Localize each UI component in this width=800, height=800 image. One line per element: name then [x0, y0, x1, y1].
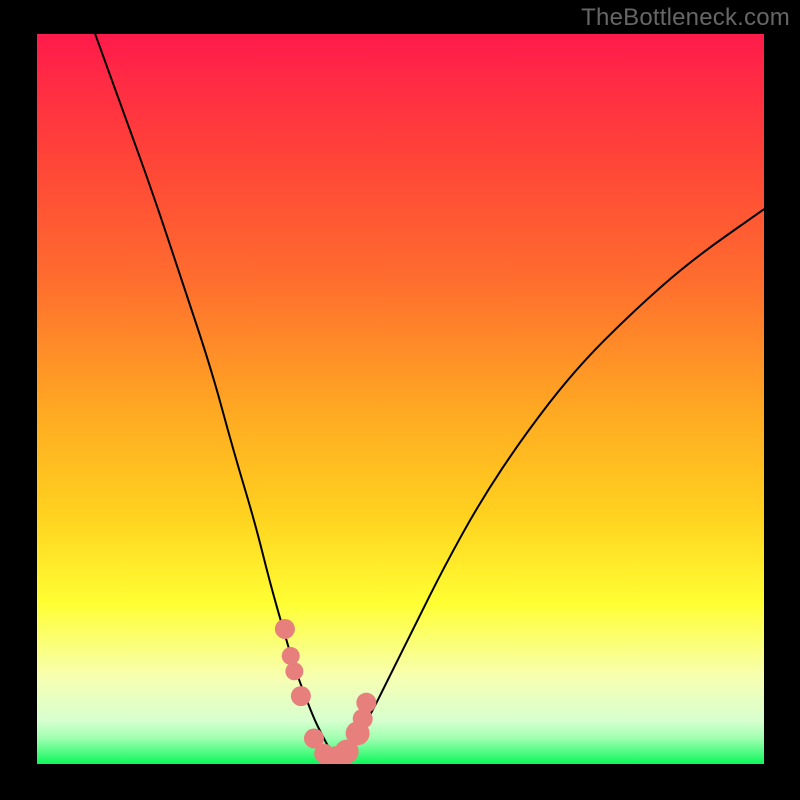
marker-point: [275, 619, 295, 639]
marker-point: [291, 686, 311, 706]
marker-point: [285, 662, 303, 680]
marker-point: [282, 647, 300, 665]
chart-frame: TheBottleneck.com: [0, 0, 800, 800]
marker-point: [356, 693, 376, 713]
chart-plot-area: [37, 34, 764, 764]
chart-svg: [37, 34, 764, 764]
watermark-label: TheBottleneck.com: [581, 4, 790, 32]
